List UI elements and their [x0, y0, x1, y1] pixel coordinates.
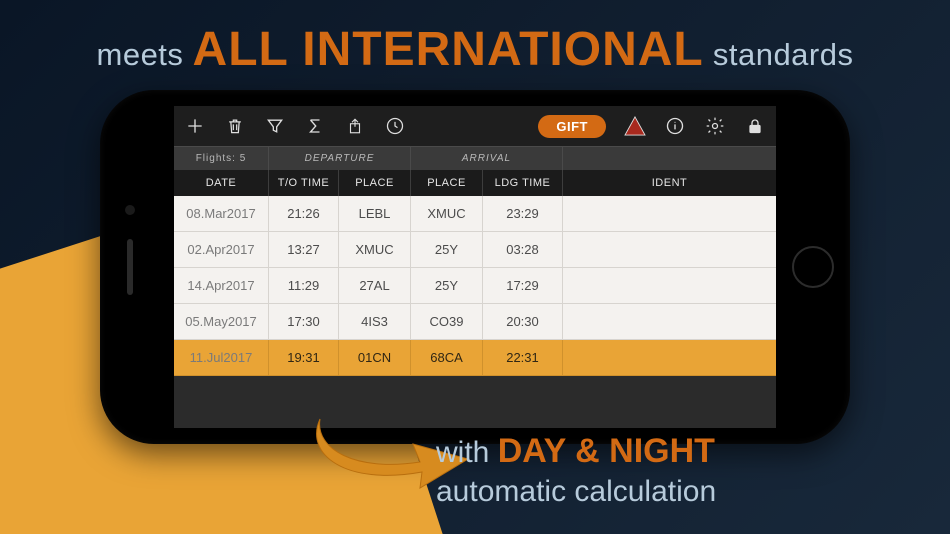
cell-dep-place: 4IS3 — [339, 304, 411, 340]
subline-pre: with — [436, 436, 498, 469]
col-ldg-time: LDG TIME — [483, 170, 563, 196]
cell-arr-place: 68CA — [411, 340, 483, 376]
cell-date: 14.Apr2017 — [174, 268, 269, 304]
cell-arr-place: XMUC — [411, 196, 483, 232]
col-to-time: T/O TIME — [269, 170, 339, 196]
cell-ident — [563, 268, 776, 304]
trash-icon[interactable] — [224, 115, 246, 137]
table-group-header: Flights: 5 DEPARTURE ARRIVAL — [174, 146, 776, 170]
filter-icon[interactable] — [264, 115, 286, 137]
sum-icon[interactable] — [304, 115, 326, 137]
table-empty-area — [174, 376, 776, 428]
cell-to-time: 21:26 — [269, 196, 339, 232]
cell-ident — [563, 340, 776, 376]
col-place-arr: PLACE — [411, 170, 483, 196]
headline: meets ALL INTERNATIONAL standards — [0, 22, 950, 77]
warning-icon[interactable] — [624, 115, 646, 137]
cell-ldg-time: 20:30 — [483, 304, 563, 340]
cell-date: 02.Apr2017 — [174, 232, 269, 268]
home-button[interactable] — [792, 246, 834, 288]
subline-emphasis: DAY & NIGHT — [498, 432, 715, 470]
table-row[interactable]: 14.Apr201711:2927AL25Y17:29 — [174, 268, 776, 304]
table-body: 08.Mar201721:26LEBLXMUC23:2902.Apr201713… — [174, 196, 776, 376]
app-screen: GIFT Flights: 5 DEPARTURE ARR — [174, 106, 776, 428]
table-column-header: DATE T/O TIME PLACE PLACE LDG TIME IDENT — [174, 170, 776, 196]
cell-date: 08.Mar2017 — [174, 196, 269, 232]
cell-date: 11.Jul2017 — [174, 340, 269, 376]
cell-to-time: 11:29 — [269, 268, 339, 304]
cell-arr-place: 25Y — [411, 232, 483, 268]
cell-to-time: 17:30 — [269, 304, 339, 340]
cell-ldg-time: 22:31 — [483, 340, 563, 376]
cell-dep-place: 27AL — [339, 268, 411, 304]
cell-dep-place: 01CN — [339, 340, 411, 376]
col-ident: IDENT — [563, 170, 776, 196]
cell-ldg-time: 23:29 — [483, 196, 563, 232]
group-arrival: ARRIVAL — [411, 147, 563, 170]
cell-ident — [563, 232, 776, 268]
gear-icon[interactable] — [704, 115, 726, 137]
cell-dep-place: XMUC — [339, 232, 411, 268]
lock-icon[interactable] — [744, 115, 766, 137]
info-icon[interactable] — [664, 115, 686, 137]
group-departure: DEPARTURE — [269, 147, 411, 170]
cell-to-time: 13:27 — [269, 232, 339, 268]
cell-arr-place: 25Y — [411, 268, 483, 304]
cell-ldg-time: 03:28 — [483, 232, 563, 268]
subline: with DAY & NIGHT automatic calculation — [436, 430, 896, 510]
cell-ldg-time: 17:29 — [483, 268, 563, 304]
cell-dep-place: LEBL — [339, 196, 411, 232]
phone-frame: GIFT Flights: 5 DEPARTURE ARR — [100, 90, 850, 444]
col-place-dep: PLACE — [339, 170, 411, 196]
headline-emphasis: ALL INTERNATIONAL — [193, 23, 704, 76]
phone-camera — [125, 205, 135, 215]
gift-button-label: GIFT — [556, 119, 588, 134]
headline-post: standards — [713, 37, 854, 72]
col-date: DATE — [174, 170, 269, 196]
toolbar: GIFT — [174, 106, 776, 146]
cell-to-time: 19:31 — [269, 340, 339, 376]
share-icon[interactable] — [344, 115, 366, 137]
gift-button[interactable]: GIFT — [538, 115, 606, 138]
phone-speaker — [127, 239, 133, 295]
cell-date: 05.May2017 — [174, 304, 269, 340]
table-row[interactable]: 02.Apr201713:27XMUC25Y03:28 — [174, 232, 776, 268]
flights-count: Flights: 5 — [174, 147, 269, 170]
add-icon[interactable] — [184, 115, 206, 137]
promo-stage: meets ALL INTERNATIONAL standards — [0, 0, 950, 534]
table-row[interactable]: 08.Mar201721:26LEBLXMUC23:29 — [174, 196, 776, 232]
table-row[interactable]: 11.Jul201719:3101CN68CA22:31 — [174, 340, 776, 376]
headline-pre: meets — [97, 37, 193, 72]
cell-ident — [563, 304, 776, 340]
subline-post: automatic calculation — [436, 475, 716, 508]
clock-icon[interactable] — [384, 115, 406, 137]
table-row[interactable]: 05.May201717:304IS3CO3920:30 — [174, 304, 776, 340]
cell-arr-place: CO39 — [411, 304, 483, 340]
cell-ident — [563, 196, 776, 232]
